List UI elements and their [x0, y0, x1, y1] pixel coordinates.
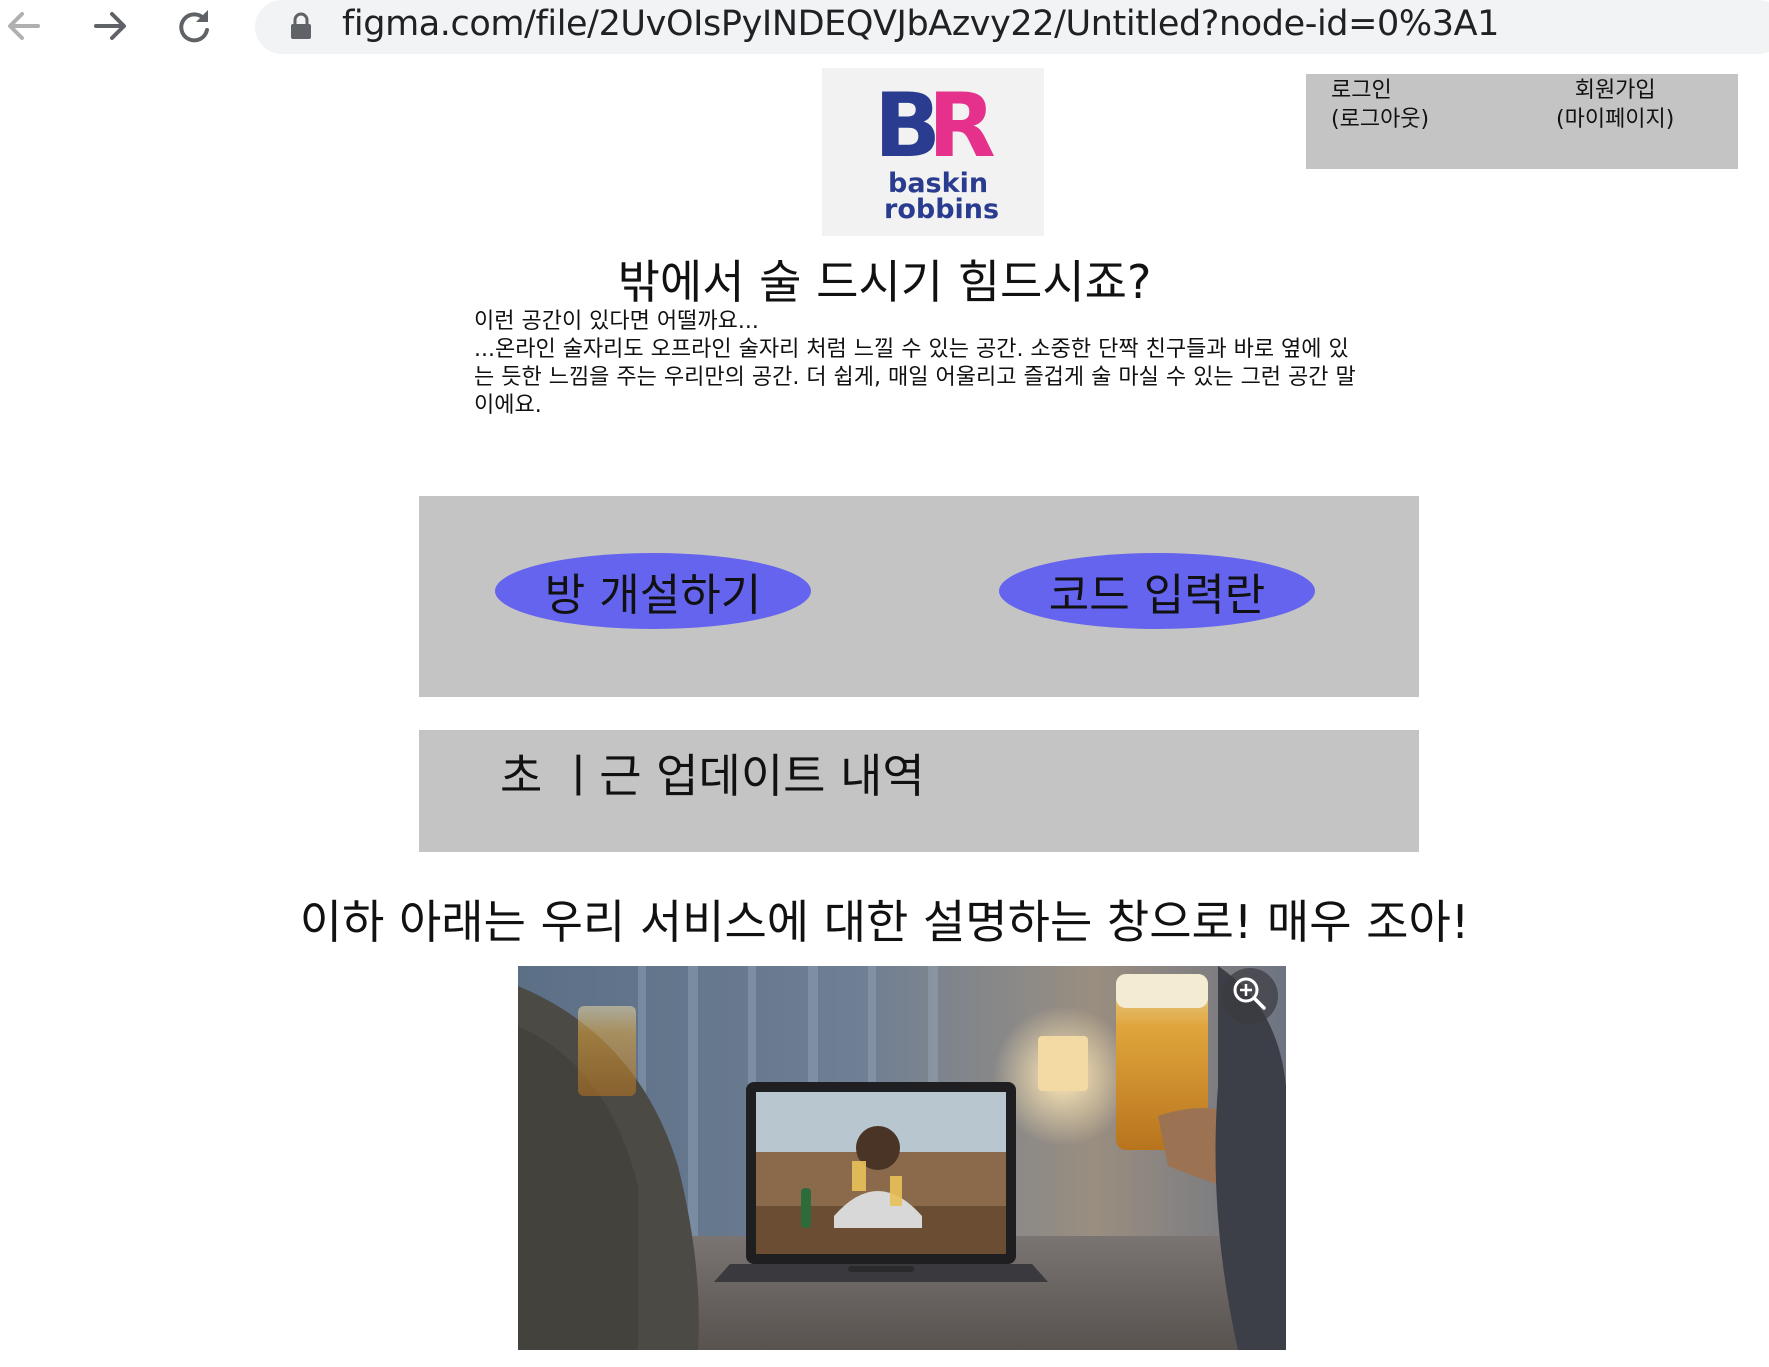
svg-text:B: B	[874, 74, 935, 177]
hero-title: 밖에서 술 드시기 힘드시죠?	[617, 255, 1152, 309]
auth-panel: 로그인 (로그아웃) 회원가입 (마이페이지)	[1306, 74, 1738, 169]
create-room-button[interactable]: 방 개설하기	[495, 553, 811, 629]
signup-link[interactable]: 회원가입	[1556, 76, 1674, 105]
intro-line: ...온라인 술자리도 오프라인 술자리 처럼 느낄 수 있는 공간. 소중한 …	[474, 337, 1349, 362]
svg-text:R: R	[928, 74, 994, 177]
forward-button[interactable]	[86, 2, 134, 50]
logout-link[interactable]: (로그아웃)	[1331, 105, 1429, 134]
reload-button[interactable]	[170, 2, 218, 50]
back-button[interactable]	[0, 2, 48, 50]
updates-title: 초 ㅣ근 업데이트 내역	[500, 749, 925, 803]
description-title: 이하 아래는 우리 서비스에 대한 설명하는 창으로! 매우 조아!	[299, 895, 1470, 949]
lock-icon	[291, 12, 311, 39]
back-arrow-icon	[8, 12, 40, 40]
url-text[interactable]: figma.com/file/2UvOIsPyINDEQVJbAzvy22/Un…	[342, 4, 1499, 44]
baskin-robbins-logo: B R baskin robbins	[822, 68, 1044, 236]
svg-text:robbins: robbins	[884, 194, 999, 225]
intro-line: 이에요.	[474, 393, 542, 418]
browser-toolbar: figma.com/file/2UvOIsPyINDEQVJbAzvy22/Un…	[0, 0, 1769, 54]
reload-icon	[179, 10, 209, 43]
br-logo-graphic: B R baskin robbins	[874, 74, 1000, 225]
enter-code-button[interactable]: 코드 입력란	[999, 553, 1315, 629]
updates-panel: 초 ㅣ근 업데이트 내역	[419, 730, 1419, 852]
forward-arrow-icon	[94, 12, 126, 40]
intro-line: 이런 공간이 있다면 어떨까요...	[474, 309, 759, 334]
signup-group: 회원가입 (마이페이지)	[1556, 76, 1674, 134]
hero-intro: 이런 공간이 있다면 어떨까요... ...온라인 술자리도 오프라인 술자리 …	[474, 308, 1414, 420]
login-group: 로그인 (로그아웃)	[1331, 76, 1429, 134]
intro-line: 는 듯한 느낌을 주는 우리만의 공간. 더 쉽게, 매일 어울리고 즐겁게 술…	[474, 365, 1356, 390]
mypage-link[interactable]: (마이페이지)	[1556, 105, 1674, 134]
zoom-in-icon[interactable]	[1220, 966, 1280, 1026]
video-call-drinking-illustration	[518, 966, 1286, 1350]
login-link[interactable]: 로그인	[1331, 76, 1429, 105]
action-panel: 방 개설하기 코드 입력란	[419, 496, 1419, 697]
service-photo	[518, 966, 1286, 1350]
